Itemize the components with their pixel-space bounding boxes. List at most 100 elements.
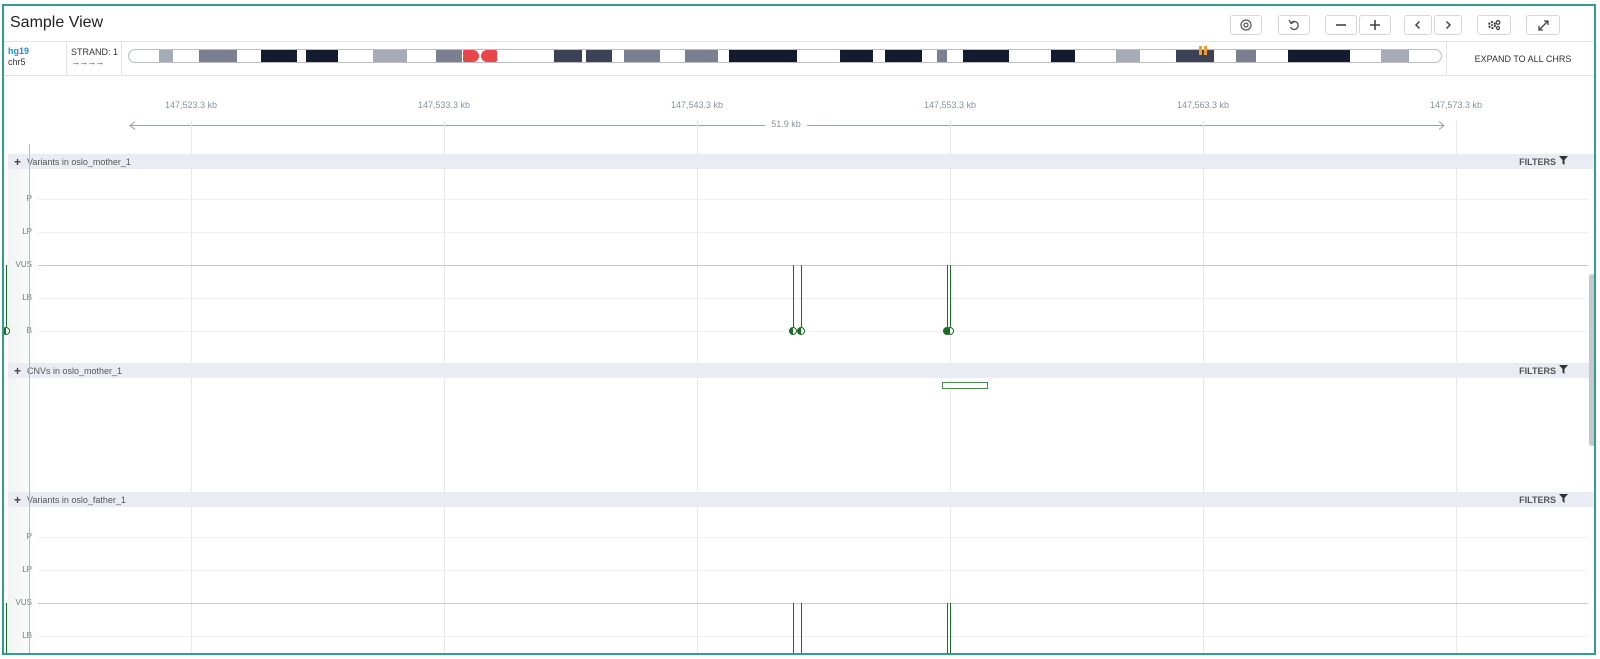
cytoband (1381, 50, 1409, 62)
filters-button[interactable]: FILTERS (1519, 495, 1556, 505)
cytoband (1051, 50, 1075, 62)
variant-stem[interactable] (950, 265, 951, 331)
variant-stem[interactable] (801, 603, 802, 653)
expand-icon (1537, 19, 1549, 31)
cytoband (586, 50, 612, 62)
strand-box: STRAND: 1 →→→→ (66, 42, 122, 75)
level-gridline (38, 298, 1588, 299)
ruler-tick-label: 147,523.3 kb (164, 100, 218, 110)
page-title: Sample View (10, 14, 104, 31)
cytoband (937, 50, 947, 62)
cytoband (1288, 50, 1350, 62)
target-icon (1240, 19, 1252, 31)
pan-right-button[interactable] (1434, 15, 1462, 35)
variant-stem[interactable] (6, 603, 7, 653)
expand-track-button[interactable]: + (14, 493, 21, 507)
level-gridline (38, 603, 1588, 604)
cytoband (261, 50, 297, 62)
variant-stem[interactable] (793, 603, 794, 653)
level-gridline (38, 199, 1588, 200)
cytoband (554, 50, 582, 62)
level-gridline (38, 636, 1588, 637)
strand-arrows: →→→→ (71, 57, 104, 67)
locus-marker[interactable] (1199, 46, 1208, 55)
cytoband (463, 50, 479, 62)
cytoband (1116, 50, 1140, 62)
zoom-out-button[interactable] (1325, 15, 1357, 35)
genome-build[interactable]: hg19 (8, 46, 29, 57)
track-header: + Variants in oslo_mother_1 FILTERS (8, 154, 1594, 169)
expand-track-button[interactable]: + (14, 155, 21, 169)
settings-button[interactable] (1477, 15, 1511, 35)
variant-marker[interactable] (4, 327, 10, 335)
track-cnv: + CNVs in oslo_mother_1 FILTERS (4, 363, 1594, 492)
variant-marker[interactable] (946, 327, 954, 335)
coordinate-ruler: 147,523.3 kb 147,533.3 kb 147,543.3 kb 147,… (4, 94, 1594, 154)
ruler-tick-label: 147,563.3 kb (1176, 100, 1230, 110)
gear-icon (1488, 20, 1501, 31)
minus-icon (1336, 24, 1346, 26)
variant-marker[interactable] (797, 327, 805, 335)
ruler-tick-label: 147,553.3 kb (923, 100, 977, 110)
track-title: CNVs in oslo_mother_1 (27, 365, 123, 376)
ruler-tick-label: 147,573.3 kb (1429, 100, 1483, 110)
span-left-arrow-icon (129, 121, 136, 130)
genome-label: hg19 chr5 (8, 46, 29, 68)
plus-icon (1370, 20, 1380, 30)
track-variants: +Variants in oslo_father_1FILTERSPLPVUSL… (4, 492, 1594, 653)
level-gridline (38, 570, 1588, 571)
reset-button[interactable] (1278, 15, 1310, 35)
ruler-tick-label: 147,543.3 kb (670, 100, 724, 110)
expand-all-chrs-button[interactable]: EXPAND TO ALL CHRS (1446, 42, 1594, 75)
undo-icon (1288, 19, 1299, 31)
variant-stem[interactable] (947, 603, 948, 653)
level-gridline (38, 331, 1588, 332)
track-header: + CNVs in oslo_mother_1 FILTERS (8, 363, 1594, 378)
cytoband (373, 50, 407, 62)
cytoband (1236, 50, 1256, 62)
track-header: + Variants in oslo_father_1 FILTERS (8, 492, 1594, 507)
variant-stem[interactable] (947, 265, 948, 331)
vertical-scrollbar[interactable] (1589, 274, 1594, 446)
filter-icon[interactable] (1559, 156, 1568, 167)
span-right-arrow-icon (1438, 121, 1445, 130)
span-label: 51.9 kb (765, 119, 807, 129)
locate-button[interactable] (1230, 15, 1262, 35)
ruler-tick-label: 147,533.3 kb (417, 100, 471, 110)
variant-stem[interactable] (793, 265, 794, 331)
cursor-line (29, 144, 30, 653)
variant-stem[interactable] (801, 265, 802, 331)
cytoband (199, 50, 237, 62)
variant-marker[interactable] (789, 327, 797, 335)
chromosome-name: chr5 (8, 57, 26, 67)
variant-stem[interactable] (950, 603, 951, 653)
cytoband (885, 50, 922, 62)
filters-button[interactable]: FILTERS (1519, 366, 1556, 376)
level-gridline (38, 265, 1588, 266)
track-title: Variants in oslo_father_1 (27, 494, 126, 505)
cnv-segment[interactable] (942, 382, 988, 389)
variant-stem[interactable] (6, 265, 7, 331)
cytoband (306, 50, 338, 62)
chromosome-ideogram[interactable] (128, 49, 1442, 63)
sample-view-panel: Sample View hg19 chr5 STRAND: 1 →→→→ EXP… (2, 4, 1596, 655)
filters-button[interactable]: FILTERS (1519, 157, 1556, 167)
expand-track-button[interactable]: + (14, 364, 21, 378)
chromosome-bar: hg19 chr5 STRAND: 1 →→→→ EXPAND TO ALL C… (4, 41, 1594, 76)
track-title: Variants in oslo_mother_1 (27, 156, 131, 167)
filter-icon[interactable] (1559, 365, 1568, 376)
pan-left-button[interactable] (1404, 15, 1432, 35)
cytoband (685, 50, 718, 62)
cytoband (159, 50, 173, 62)
cytoband (729, 50, 797, 62)
strand-label: STRAND: 1 (71, 47, 119, 57)
chevron-left-icon (1414, 20, 1421, 30)
cytoband (481, 50, 497, 62)
fullscreen-button[interactable] (1526, 15, 1560, 35)
filter-icon[interactable] (1559, 494, 1568, 505)
level-gridline (38, 232, 1588, 233)
cytoband (963, 50, 1009, 62)
level-gridline (38, 537, 1588, 538)
zoom-in-button[interactable] (1359, 15, 1391, 35)
chevron-right-icon (1445, 20, 1452, 30)
